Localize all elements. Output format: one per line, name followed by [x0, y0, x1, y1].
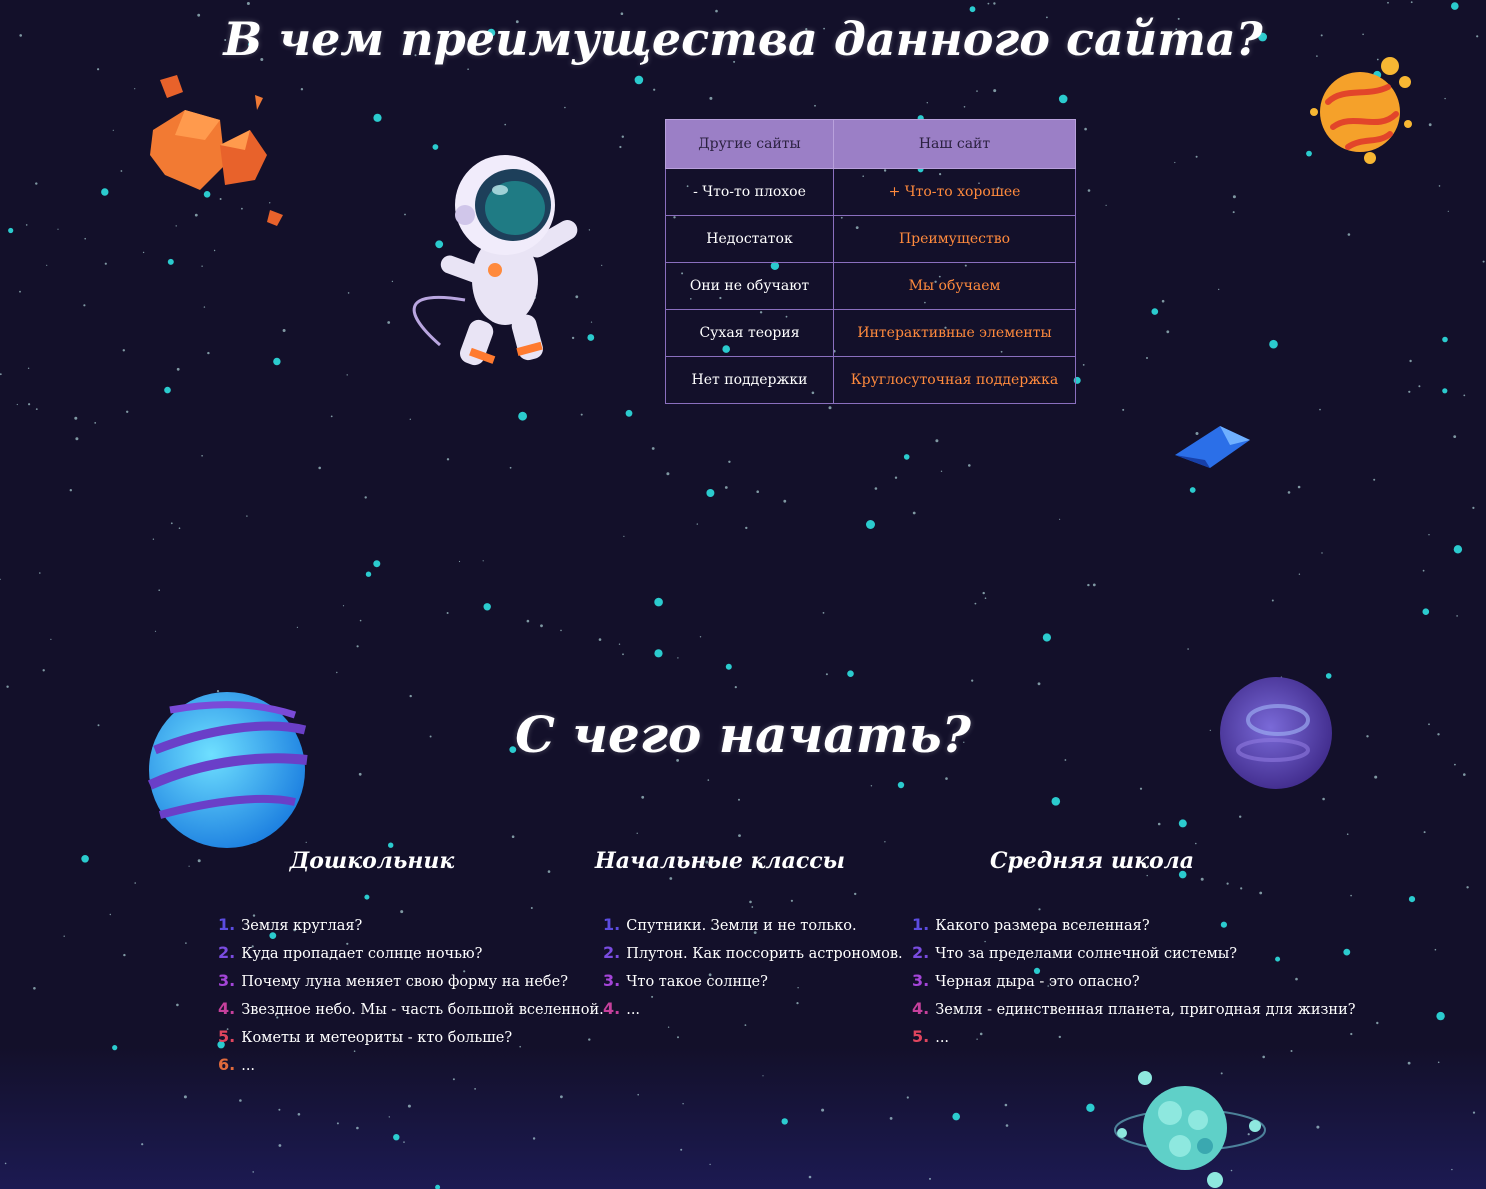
purple-planet-icon: [1220, 677, 1332, 789]
ours-cell: + Что-то хорошее: [833, 168, 1076, 216]
list-item[interactable]: 2. Куда пропадает солнце ночью?: [218, 943, 604, 971]
list-item[interactable]: 2. Плутон. Как поссорить астрономов.: [603, 943, 903, 971]
list-item[interactable]: 4....: [603, 999, 903, 1027]
topic-list-middle: 1. Какого размера вселенная? 2. Что за пре…: [912, 915, 1356, 1055]
list-item-text: Черная дыра - это опасно?: [935, 974, 1140, 990]
list-item-text: Земля круглая?: [241, 918, 363, 934]
teal-planet-with-moons-icon: [1114, 1071, 1266, 1188]
table-row: Они не обучают Мы обучаем: [665, 262, 1076, 310]
table-row: - Что-то плохое + Что-то хорошее: [665, 168, 1076, 216]
list-item-text: ...: [935, 1030, 950, 1046]
list-item[interactable]: 5....: [912, 1027, 1356, 1055]
other-cell: Недостаток: [665, 215, 834, 263]
list-item-text: Спутники. Земли и не только.: [626, 918, 857, 934]
ours-cell: Круглосуточная поддержка: [833, 356, 1076, 404]
lava-planet-icon: [1310, 57, 1412, 164]
list-item[interactable]: 1. Земля круглая?: [218, 915, 604, 943]
list-item-text: Куда пропадает солнце ночью?: [241, 946, 483, 962]
table-header-row: Другие сайты Наш сайт: [665, 119, 1076, 169]
ours-cell: Преимущество: [833, 215, 1076, 263]
page-title: В чем преимущества данного сайта?: [223, 12, 1263, 66]
list-item-text: Почему луна меняет свою форму на небе?: [241, 974, 568, 990]
comparison-table: Другие сайты Наш сайт - Что-то плохое + …: [665, 119, 1076, 404]
ours-cell: Интерактивные элементы: [833, 309, 1076, 357]
list-item-text: Земля - единственная планета, пригодная …: [935, 1002, 1356, 1018]
list-item[interactable]: 1. Спутники. Земли и не только.: [603, 915, 903, 943]
list-item[interactable]: 4. Звездное небо. Мы - часть большой всел…: [218, 999, 604, 1027]
column-title-middle: Средняя школа: [989, 848, 1195, 874]
list-item[interactable]: 3. Почему луна меняет свою форму на небе?: [218, 971, 604, 999]
list-item-text: Что такое солнце?: [626, 974, 768, 990]
list-item-text: Плутон. Как поссорить астрономов.: [626, 946, 903, 962]
column-header-ours: Наш сайт: [833, 119, 1076, 169]
list-item-text: Что за пределами солнечной системы?: [935, 946, 1238, 962]
astronaut-icon: [412, 155, 578, 366]
other-cell: Нет поддержки: [665, 356, 834, 404]
list-item-text: Кометы и метеориты - кто больше?: [241, 1030, 513, 1046]
column-header-other: Другие сайты: [665, 119, 834, 169]
list-item[interactable]: 6....: [218, 1055, 604, 1083]
column-title-preschool: Дошкольник: [289, 848, 455, 874]
topic-list-preschool: 1. Земля круглая? 2. Куда пропадает солнце…: [218, 915, 604, 1083]
orange-asteroid-icon: [150, 75, 283, 226]
ours-cell: Мы обучаем: [833, 262, 1076, 310]
list-item-text: ...: [626, 1002, 641, 1018]
table-row: Сухая теория Интерактивные элементы: [665, 309, 1076, 357]
list-item[interactable]: 3. Черная дыра - это опасно?: [912, 971, 1356, 999]
other-cell: Сухая теория: [665, 309, 834, 357]
list-item-text: Какого размера вселенная?: [935, 918, 1150, 934]
list-item[interactable]: 4. Земля - единственная планета, пригодна…: [912, 999, 1356, 1027]
other-cell: Они не обучают: [665, 262, 834, 310]
table-row: Нет поддержки Круглосуточная поддержка: [665, 356, 1076, 404]
list-item[interactable]: 5. Кометы и метеориты - кто больше?: [218, 1027, 604, 1055]
blue-crystal-icon: [1175, 426, 1250, 468]
topic-list-primary: 1. Спутники. Земли и не только. 2. Плутон.…: [603, 915, 903, 1027]
list-item[interactable]: 2. Что за пределами солнечной системы?: [912, 943, 1356, 971]
striped-blue-planet-icon: [147, 692, 308, 848]
table-row: Недостаток Преимущество: [665, 215, 1076, 263]
list-item[interactable]: 3. Что такое солнце?: [603, 971, 903, 999]
column-title-primary: Начальные классы: [594, 848, 846, 874]
list-item-text: ...: [241, 1058, 256, 1074]
list-item[interactable]: 1. Какого размера вселенная?: [912, 915, 1356, 943]
other-cell: - Что-то плохое: [665, 168, 834, 216]
list-item-text: Звездное небо. Мы - часть большой вселен…: [241, 1002, 604, 1018]
